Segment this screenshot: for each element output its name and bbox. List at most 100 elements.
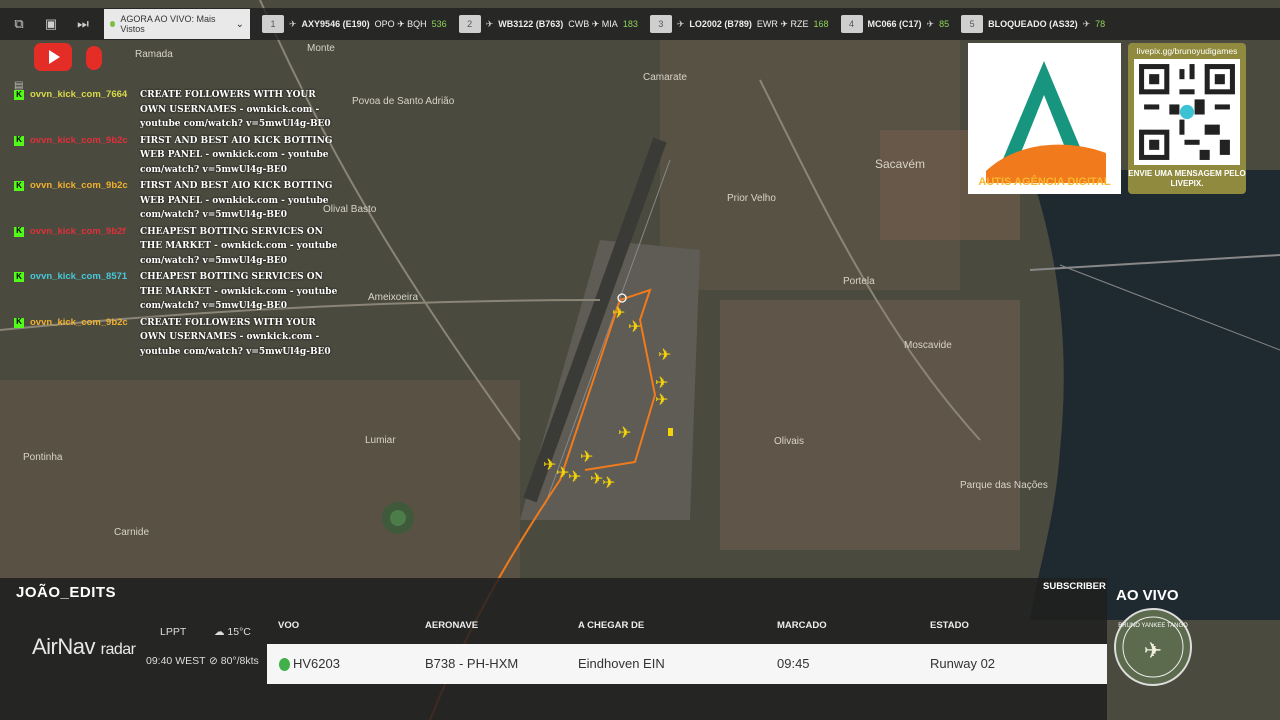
kick-icon: K — [14, 272, 24, 282]
svg-text:✈: ✈ — [628, 317, 641, 336]
temperature-value: 15°C — [227, 626, 251, 638]
col-header-status: ESTADO — [930, 620, 969, 631]
map-label: Sacavém — [875, 157, 925, 171]
map-label: Ramada — [135, 49, 173, 60]
view-select[interactable]: AGORA AO VIVO: Mais Vistos ⌄ — [104, 9, 250, 39]
youtube-icon[interactable] — [34, 43, 72, 71]
chat-username: ovvn_kick_com_7664 — [30, 89, 128, 100]
svg-text:✈: ✈ — [543, 455, 556, 474]
chat-message: K ovvn_kick_com_9b2c FIRST AND BEST AIO … — [14, 179, 354, 223]
map-label: Olivais — [774, 436, 804, 447]
airline-icon — [279, 658, 290, 671]
map-label: Parque das Nações — [960, 480, 1048, 491]
svg-text:✈: ✈ — [568, 467, 581, 486]
chat-overlay: K ovvn_kick_com_7664 CREATE FOLLOWERS WI… — [14, 88, 354, 361]
chat-text: FIRST AND BEST AIO KICK BOTTING WEB PANE… — [140, 135, 333, 175]
badge-plane-icon: BRUNO YANKEE TANGO ✈ — [1118, 616, 1188, 678]
flight-viewers: 536 — [431, 19, 447, 29]
flight-callsign: BLOQUEADO (AS32) — [988, 19, 1078, 29]
live-label: AO VIVO — [1116, 587, 1179, 604]
col-header-from: A CHEGAR DE — [578, 620, 645, 631]
map-label: Povoa de Santo Adrião — [352, 96, 455, 107]
flight-callsign: LO2002 (B789) — [689, 19, 752, 29]
chat-text: FIRST AND BEST AIO KICK BOTTING WEB PANE… — [140, 181, 333, 220]
chat-username: ovvn_kick_com_9b2c — [30, 180, 128, 191]
plane-icon: ✈ — [926, 18, 935, 29]
kick-icon: K — [14, 90, 24, 100]
flight-rank: 3 — [649, 15, 672, 33]
chat-message: K ovvn_kick_com_9b2c FIRST AND BEST AIO … — [14, 134, 354, 178]
kick-icon: K — [14, 135, 24, 146]
wind: ⊘ 80°/8kts — [209, 655, 259, 667]
flight-callsign: AXY9546 (E190) — [301, 19, 370, 29]
panel-icon[interactable]: ▣ — [38, 11, 64, 37]
badge-text: BRUNO YANKEE TANGO — [1118, 623, 1188, 629]
chat-username: ovvn_kick_com_8571 — [30, 271, 128, 282]
livepix-url: livepix.gg/brunoyudigames — [1136, 46, 1238, 56]
wind-value: 80°/8kts — [220, 655, 259, 667]
flight-item-2[interactable]: 2 ✈ WB3122 (B763) CWB ✈ MIA 183 — [458, 12, 638, 36]
view-select-value: AGORA AO VIVO: Mais Vistos — [120, 14, 216, 34]
svg-text:✈: ✈ — [1144, 639, 1162, 664]
airnav-logo: AirNav radar — [32, 634, 136, 660]
live-dot-icon — [110, 21, 116, 27]
map-label: Camarate — [643, 72, 687, 83]
chat-text: CHEAPEST BOTTING SERVICES ON THE MARKET … — [140, 226, 338, 266]
col-header-scheduled: MARCADO — [777, 620, 827, 631]
chat-username: ovvn_kick_com_9b2c — [30, 134, 128, 146]
map-label: Lumiar — [365, 435, 396, 446]
livepix-message: ENVIE UMA MENSAGEM PELO LIVEPIX. — [1128, 169, 1246, 188]
plane-icon: ✈ — [289, 18, 297, 29]
flight-item-5[interactable]: 5 BLOQUEADO (AS32) ✈ 78 — [961, 12, 1105, 36]
svg-text:✈: ✈ — [580, 447, 593, 466]
svg-text:✈: ✈ — [612, 303, 625, 322]
livepix-qr[interactable]: livepix.gg/brunoyudigames ENVIE UMA MENS… — [1128, 43, 1246, 194]
brand-name: AirNav — [32, 634, 96, 659]
brand-sub: radar — [100, 641, 136, 658]
sponsor-logo: AUTIS AGÊNCIA DIGITAL — [968, 43, 1121, 194]
flight-callsign: WB3122 (B763) — [498, 19, 564, 29]
flight-viewers: 168 — [813, 19, 829, 29]
local-time: 09:40 WEST — [146, 655, 206, 667]
next-icon[interactable]: ⏭ — [70, 11, 96, 37]
flight-route: CWB ✈ MIA — [568, 18, 618, 29]
chat-username: ovvn_kick_com_9b2f — [30, 225, 126, 237]
kick-icon: K — [14, 317, 24, 328]
youtube-mic-icon — [86, 46, 102, 70]
col-header-aircraft: AERONAVE — [425, 620, 479, 631]
chat-message: K ovvn_kick_com_7664 CREATE FOLLOWERS WI… — [14, 88, 354, 132]
airport-code: LPPT — [160, 626, 187, 638]
map-label: Monte — [307, 43, 335, 54]
map-label: Moscavide — [904, 340, 952, 351]
flight-item-3[interactable]: 3 ✈ LO2002 (B789) EWR ✈ RZE 168 — [649, 12, 829, 36]
channel-name: JOÃO_EDITS — [16, 584, 117, 601]
flight-callsign: MC066 (C17) — [867, 19, 922, 29]
flight-rank: 5 — [961, 15, 984, 33]
chevron-down-icon: ⌄ — [235, 18, 244, 30]
flight-rank: 1 — [262, 15, 284, 33]
chat-message: K ovvn_kick_com_9b2f CHEAPEST BOTTING SE… — [14, 225, 354, 269]
svg-text:✈: ✈ — [618, 423, 631, 442]
flight-item-1[interactable]: 1 ✈ AXY9546 (E190) OPO ✈ BQH 536 — [262, 12, 447, 36]
chat-message: K ovvn_kick_com_8571 CHEAPEST BOTTING SE… — [14, 270, 354, 314]
flight-status: Runway 02 — [930, 656, 996, 671]
sidebar-toggle-icon[interactable]: ⧉ — [6, 11, 32, 37]
map-label: Carnide — [114, 527, 149, 538]
chat-username: ovvn_kick_com_9b2c — [30, 316, 128, 328]
col-header-flight: VOO — [278, 620, 300, 631]
temperature: ☁ 15°C — [214, 626, 251, 638]
flight-viewers: 85 — [939, 19, 950, 29]
flight-item-4[interactable]: 4 MC066 (C17) ✈ 85 — [840, 12, 950, 36]
plane-icon: ✈ — [676, 18, 685, 29]
kick-icon: K — [14, 181, 24, 191]
map-label: Ameixoeira — [368, 292, 418, 303]
flight-rank: 2 — [458, 15, 481, 33]
origin: Eindhoven EIN — [578, 656, 665, 671]
svg-text:✈: ✈ — [602, 473, 615, 492]
scheduled-time: 09:45 — [777, 656, 810, 671]
kick-icon: K — [14, 226, 24, 237]
chat-text: CREATE FOLLOWERS WITH YOUR OWN USERNAMES… — [140, 317, 331, 357]
map-label: Prior Velho — [727, 193, 776, 204]
weather-icon: ☁ — [214, 626, 225, 638]
svg-text:✈: ✈ — [655, 390, 668, 409]
